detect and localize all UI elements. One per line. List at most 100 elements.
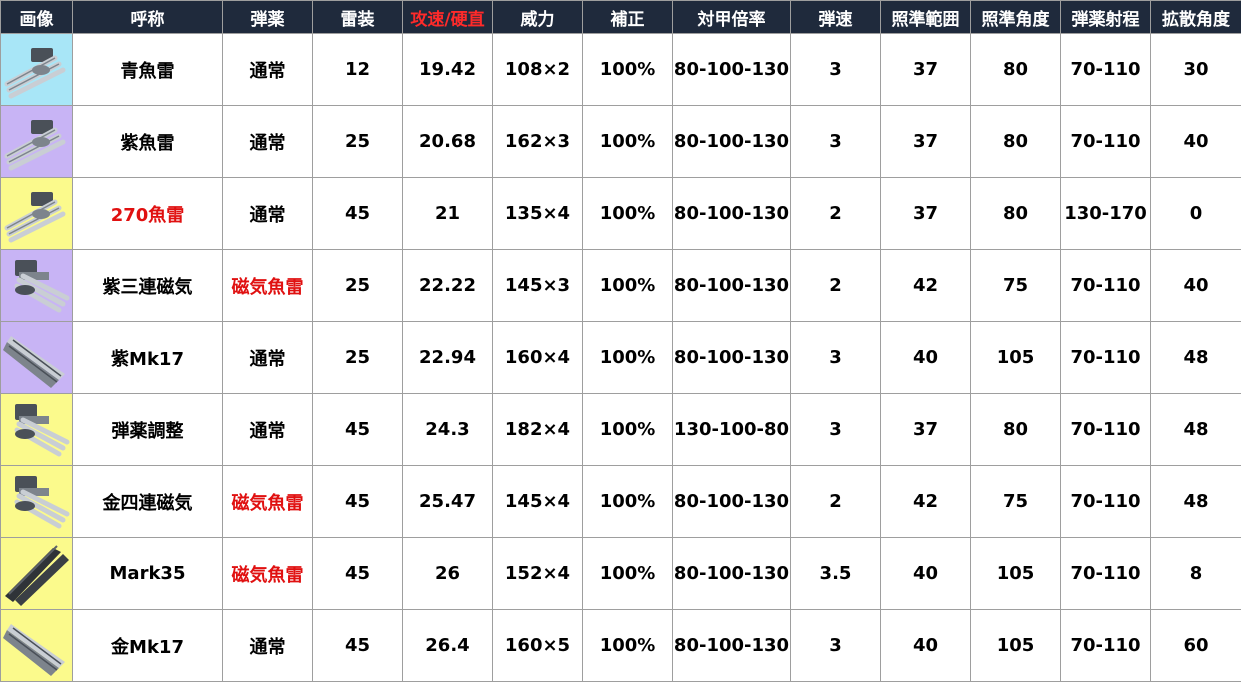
header-ammo: 弾薬 bbox=[223, 1, 313, 34]
name-cell: 紫三連磁気 bbox=[73, 250, 223, 322]
modifier-cell: 100% bbox=[583, 394, 673, 466]
mk17-launcher-purple-icon bbox=[1, 322, 73, 393]
name-cell: 金四連磁気 bbox=[73, 466, 223, 538]
projectile-speed-cell: 3 bbox=[791, 394, 881, 466]
aim-angle-cell: 80 bbox=[971, 34, 1061, 106]
spread-angle-cell: 40 bbox=[1151, 106, 1241, 178]
mk17-launcher-gold-icon bbox=[1, 610, 73, 681]
table-row: 270魚雷通常4521135×4100%80-100-13023780130-1… bbox=[1, 178, 1241, 250]
torpedo-launcher-gold-icon bbox=[1, 178, 73, 249]
spread-angle-cell: 40 bbox=[1151, 250, 1241, 322]
image-cell bbox=[1, 538, 73, 610]
projectile-speed-cell: 3 bbox=[791, 610, 881, 682]
table-row: Mark35磁気魚雷4526152×4100%80-100-1303.54010… bbox=[1, 538, 1241, 610]
aim-range-cell: 37 bbox=[881, 178, 971, 250]
modifier-cell: 100% bbox=[583, 322, 673, 394]
name-cell: 金Mk17 bbox=[73, 610, 223, 682]
header-power: 威力 bbox=[493, 1, 583, 34]
power-cell: 135×4 bbox=[493, 178, 583, 250]
spread-angle-cell: 48 bbox=[1151, 322, 1241, 394]
image-cell bbox=[1, 34, 73, 106]
header-projectile-speed: 弾速 bbox=[791, 1, 881, 34]
modifier-cell: 100% bbox=[583, 466, 673, 538]
aim-range-cell: 37 bbox=[881, 394, 971, 466]
header-ammo-range: 弾薬射程 bbox=[1061, 1, 1151, 34]
aim-angle-cell: 105 bbox=[971, 322, 1061, 394]
aim-angle-cell: 80 bbox=[971, 106, 1061, 178]
spread-angle-cell: 60 bbox=[1151, 610, 1241, 682]
header-modifier: 補正 bbox=[583, 1, 673, 34]
name-cell: 弾薬調整 bbox=[73, 394, 223, 466]
aim-angle-cell: 80 bbox=[971, 394, 1061, 466]
power-cell: 160×4 bbox=[493, 322, 583, 394]
table-row: 弾薬調整通常4524.3182×4100%130-100-803378070-1… bbox=[1, 394, 1241, 466]
torpedo-cell: 45 bbox=[313, 394, 403, 466]
ammo-cell: 通常 bbox=[223, 34, 313, 106]
attack-speed-cell: 25.47 bbox=[403, 466, 493, 538]
attack-speed-cell: 20.68 bbox=[403, 106, 493, 178]
ammo-range-cell: 70-110 bbox=[1061, 610, 1151, 682]
projectile-speed-cell: 3 bbox=[791, 106, 881, 178]
attack-speed-cell: 22.94 bbox=[403, 322, 493, 394]
ammo-range-cell: 70-110 bbox=[1061, 322, 1151, 394]
torpedo-cell: 45 bbox=[313, 178, 403, 250]
header-attack-speed: 攻速/硬直 bbox=[403, 1, 493, 34]
armor-multiplier-cell: 80-100-130 bbox=[673, 322, 791, 394]
ammo-cell: 通常 bbox=[223, 178, 313, 250]
table-row: 青魚雷通常1219.42108×2100%80-100-1303378070-1… bbox=[1, 34, 1241, 106]
projectile-speed-cell: 2 bbox=[791, 178, 881, 250]
triple-magnetic-launcher-purple-icon bbox=[1, 250, 73, 321]
power-cell: 160×5 bbox=[493, 610, 583, 682]
header-aim-angle: 照準角度 bbox=[971, 1, 1061, 34]
ammo-cell: 通常 bbox=[223, 610, 313, 682]
attack-speed-cell: 22.22 bbox=[403, 250, 493, 322]
armor-multiplier-cell: 80-100-130 bbox=[673, 178, 791, 250]
table-row: 紫三連磁気磁気魚雷2522.22145×3100%80-100-13024275… bbox=[1, 250, 1241, 322]
ammo-cell: 通常 bbox=[223, 394, 313, 466]
modifier-cell: 100% bbox=[583, 106, 673, 178]
aim-range-cell: 37 bbox=[881, 106, 971, 178]
ammo-range-cell: 70-110 bbox=[1061, 250, 1151, 322]
ammo-range-cell: 70-110 bbox=[1061, 466, 1151, 538]
aim-angle-cell: 105 bbox=[971, 610, 1061, 682]
image-cell bbox=[1, 610, 73, 682]
armor-multiplier-cell: 130-100-80 bbox=[673, 394, 791, 466]
torpedo-cell: 45 bbox=[313, 538, 403, 610]
torpedo-launcher-purple-icon bbox=[1, 106, 73, 177]
ammo-adjust-launcher-gold-icon bbox=[1, 394, 73, 465]
aim-range-cell: 42 bbox=[881, 250, 971, 322]
attack-speed-cell: 26.4 bbox=[403, 610, 493, 682]
table-row: 金Mk17通常4526.4160×5100%80-100-13034010570… bbox=[1, 610, 1241, 682]
power-cell: 162×3 bbox=[493, 106, 583, 178]
quad-magnetic-launcher-gold-icon bbox=[1, 466, 73, 537]
header-armor-multiplier: 対甲倍率 bbox=[673, 1, 791, 34]
image-cell bbox=[1, 178, 73, 250]
spread-angle-cell: 0 bbox=[1151, 178, 1241, 250]
image-cell bbox=[1, 250, 73, 322]
torpedo-stats-table: 画像 呼称 弾薬 雷装 攻速/硬直 威力 補正 対甲倍率 弾速 照準範囲 照準角… bbox=[0, 0, 1241, 682]
aim-angle-cell: 80 bbox=[971, 178, 1061, 250]
ammo-range-cell: 70-110 bbox=[1061, 394, 1151, 466]
attack-speed-cell: 19.42 bbox=[403, 34, 493, 106]
spread-angle-cell: 8 bbox=[1151, 538, 1241, 610]
torpedo-cell: 45 bbox=[313, 610, 403, 682]
attack-speed-cell: 24.3 bbox=[403, 394, 493, 466]
image-cell bbox=[1, 322, 73, 394]
image-cell bbox=[1, 106, 73, 178]
image-cell bbox=[1, 466, 73, 538]
aim-range-cell: 40 bbox=[881, 610, 971, 682]
ammo-cell: 通常 bbox=[223, 106, 313, 178]
armor-multiplier-cell: 80-100-130 bbox=[673, 106, 791, 178]
aim-range-cell: 37 bbox=[881, 34, 971, 106]
mark35-launcher-gold-icon bbox=[1, 538, 73, 609]
spread-angle-cell: 30 bbox=[1151, 34, 1241, 106]
header-row: 画像 呼称 弾薬 雷装 攻速/硬直 威力 補正 対甲倍率 弾速 照準範囲 照準角… bbox=[1, 1, 1241, 34]
torpedo-cell: 45 bbox=[313, 466, 403, 538]
modifier-cell: 100% bbox=[583, 538, 673, 610]
table-row: 金四連磁気磁気魚雷4525.47145×4100%80-100-13024275… bbox=[1, 466, 1241, 538]
modifier-cell: 100% bbox=[583, 610, 673, 682]
name-cell: 紫魚雷 bbox=[73, 106, 223, 178]
ammo-cell: 磁気魚雷 bbox=[223, 538, 313, 610]
projectile-speed-cell: 3 bbox=[791, 322, 881, 394]
ammo-cell: 通常 bbox=[223, 322, 313, 394]
